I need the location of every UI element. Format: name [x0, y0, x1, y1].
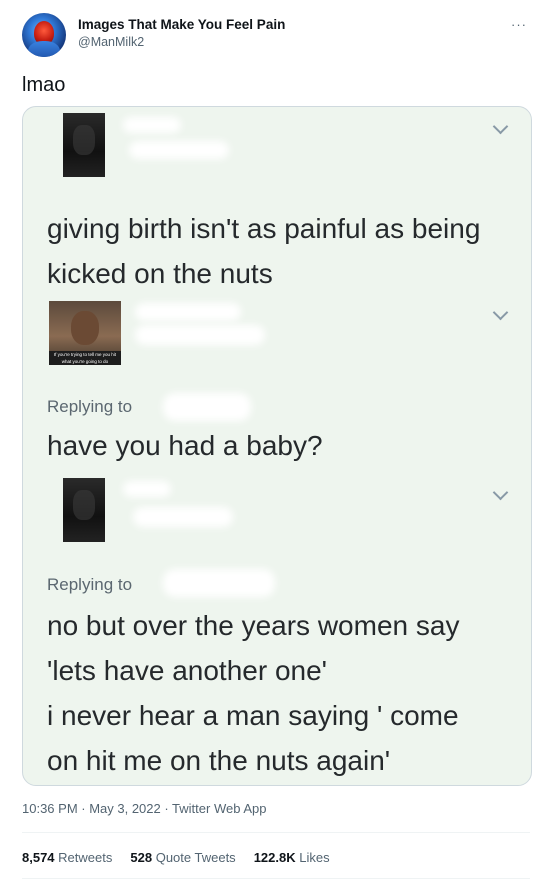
author-avatar[interactable] [22, 13, 66, 57]
tweet: Images That Make You Feel Pain @ManMilk2… [0, 0, 545, 882]
redacted-handle [135, 325, 265, 345]
chevron-down-icon [492, 304, 509, 321]
redacted-username [135, 303, 241, 321]
replying-to-label: Replying to [47, 397, 133, 416]
likes-count: 122.8K [253, 850, 296, 865]
reply-avatar-thumbnail [63, 478, 105, 542]
author-handle[interactable]: @ManMilk2 [78, 35, 144, 49]
thumbnail-caption: If you're trying to tell me you hit what… [49, 351, 121, 365]
redacted-username [123, 481, 171, 497]
redacted-handle [163, 393, 251, 421]
likes-stat[interactable]: 122.8K Likes [254, 850, 330, 865]
reply-text-line: no but over the years women say [47, 610, 460, 641]
quotes-label: Quote Tweets [155, 850, 236, 865]
reply-text-line: 'lets have another one' [47, 655, 327, 686]
reply-text: have you had a baby? [47, 430, 323, 461]
author-name[interactable]: Images That Make You Feel Pain [78, 17, 285, 32]
tweet-text: lmao [22, 74, 66, 96]
quotes-count: 528 [130, 850, 153, 865]
reply-text-line: on hit me on the nuts again' [47, 745, 391, 776]
tweet-media-image[interactable]: giving birth isn't as painful as being k… [22, 106, 532, 786]
post-text-line: kicked on the nuts [47, 258, 273, 289]
redacted-handle [129, 141, 229, 159]
post-avatar-thumbnail [63, 113, 105, 177]
reply-avatar-thumbnail: If you're trying to tell me you hit what… [49, 301, 121, 365]
engagement-stats: 8,574 Retweets 528 Quote Tweets 122.8K L… [22, 850, 330, 865]
reply-text-line: i never hear a man saying ' come [47, 700, 459, 731]
retweets-count: 8,574 [22, 850, 55, 865]
retweets-label: Retweets [58, 850, 113, 865]
replying-to-label: Replying to [47, 575, 133, 594]
chevron-down-icon [492, 484, 509, 501]
retweets-stat[interactable]: 8,574 Retweets [22, 850, 112, 865]
tweet-timestamp[interactable]: 10:36 PM · May 3, 2022 · Twitter Web App [22, 801, 266, 816]
post-text-line: giving birth isn't as painful as being [47, 213, 481, 244]
redacted-handle [163, 569, 275, 597]
quote-tweets-stat[interactable]: 528 Quote Tweets [130, 850, 235, 865]
divider [22, 878, 530, 879]
chevron-down-icon [492, 118, 509, 135]
divider [22, 832, 530, 833]
likes-label: Likes [299, 850, 330, 865]
redacted-username [123, 117, 181, 133]
redacted-handle [133, 507, 233, 527]
more-options-icon[interactable]: ··· [511, 17, 527, 32]
